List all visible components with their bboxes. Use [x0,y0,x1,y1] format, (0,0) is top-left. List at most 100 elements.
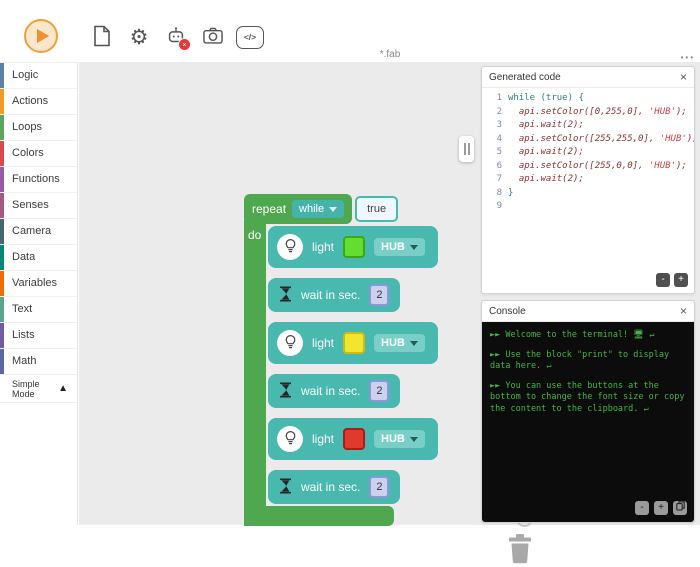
category-label: Functions [12,173,60,185]
sidebar-item-data[interactable]: Data [0,245,77,271]
close-icon[interactable]: × [680,71,687,83]
run-button[interactable] [24,19,58,53]
category-color-strip [0,349,4,374]
color-swatch[interactable] [343,332,366,354]
line-number: 2 [496,106,502,117]
repeat-while-block[interactable]: repeat while true [244,194,399,224]
sidebar-item-actions[interactable]: Actions [0,89,77,115]
repeat-block-footer[interactable] [244,506,394,526]
hourglass-icon [279,382,292,401]
sidebar-item-colors[interactable]: Colors [0,141,77,167]
wait-label: wait in sec. [301,288,361,302]
hub-dropdown[interactable]: HUB [374,430,425,448]
wait-label: wait in sec. [301,480,361,494]
terminal-font-increase-button[interactable]: + [654,501,668,515]
sidebar-item-camera[interactable]: Camera [0,219,77,245]
camera-button[interactable] [199,23,227,51]
light-block[interactable]: light HUB [268,418,438,460]
wait-block[interactable]: wait in sec. 2 [268,470,401,504]
gear-icon: ⚙ [129,25,149,49]
chevron-down-icon [409,436,418,442]
sidebar-item-text[interactable]: Text [0,297,77,323]
terminal-copy-button[interactable] [673,500,687,516]
category-color-strip [0,63,4,88]
hub-dropdown[interactable]: HUB [374,238,425,256]
repeat-label: repeat [252,202,287,216]
hourglass-icon [279,478,292,497]
chevron-down-icon [329,206,338,212]
color-swatch[interactable] [343,236,366,258]
panel-resize-handle[interactable] [459,136,474,162]
wait-label: wait in sec. [301,384,361,398]
category-label: Lists [12,329,35,341]
wait-value[interactable]: 2 [369,284,390,306]
repeat-mode-dropdown[interactable]: while [292,200,345,218]
category-color-strip [0,89,4,114]
wait-value[interactable]: 2 [369,476,390,498]
hub-dropdown-label: HUB [381,337,405,349]
simple-mode-label: Simple Mode [12,378,40,399]
line-number: 7 [496,174,502,184]
lightbulb-icon [283,238,298,257]
trash-button[interactable] [507,534,533,567]
wait-block[interactable]: wait in sec. 2 [268,374,401,408]
camera-icon [202,26,224,48]
sidebar-item-loops[interactable]: Loops [0,115,77,141]
repeat-block-spine[interactable] [244,220,266,526]
code-icon: </> [236,25,264,49]
repeat-mode-value: while [299,203,325,215]
code-line: 2 api.setColor([0,255,0], 'HUB'); [482,106,694,120]
view-code-button[interactable]: </> [236,23,264,51]
code-line: 6 api.setColor([255,0,0], 'HUB'); [482,160,694,174]
light-label: light [312,336,335,350]
hub-dropdown[interactable]: HUB [374,334,425,352]
code-line: 8} [482,187,694,201]
fable-blockly-app: { "header": { "filename": "*.fab" }, "to… [0,0,700,564]
terminal-font-decrease-button[interactable]: - [635,501,649,515]
wait-block[interactable]: wait in sec. 2 [268,278,401,312]
category-list: Logic Actions Loops Colors Functions Sen… [0,63,77,375]
category-color-strip [0,297,4,322]
line-number: 5 [496,147,502,157]
light-block[interactable]: light HUB [268,226,438,268]
sidebar-item-functions[interactable]: Functions [0,167,77,193]
color-swatch[interactable] [343,428,366,450]
font-decrease-button[interactable]: - [656,273,670,287]
sidebar-item-lists[interactable]: Lists [0,323,77,349]
new-file-button[interactable] [88,23,116,51]
category-label: Camera [12,225,52,237]
lightbulb-icon [283,334,298,353]
do-label: do [248,228,262,242]
copy-icon [675,500,685,516]
sidebar-item-math[interactable]: Math [0,349,77,375]
light-block[interactable]: light HUB [268,322,438,364]
simple-mode-toggle[interactable]: Simple Mode ▲ [0,375,77,403]
category-color-strip [0,193,4,218]
sidebar-item-variables[interactable]: Variables [0,271,77,297]
category-label: Colors [12,147,44,159]
document-title: *.fab [379,49,401,60]
settings-button[interactable]: ⚙ [125,23,153,51]
category-label: Senses [12,199,49,211]
condition-true-block[interactable]: true [355,196,399,222]
category-label: Loops [12,121,42,133]
sidebar-item-senses[interactable]: Senses [0,193,77,219]
terminal-controls: - + [635,500,687,516]
category-color-strip [0,115,4,140]
line-number: 1 [496,93,502,103]
category-color-strip [0,167,4,192]
close-icon[interactable]: × [680,305,687,317]
font-increase-button[interactable]: + [674,273,688,287]
code-font-controls: - + [656,273,688,287]
category-label: Actions [12,95,49,107]
toolbar-buttons: ⚙ × </> [88,23,264,51]
top-toolbar: ⚙ × </> *.fab [0,0,700,62]
overflow-menu-icon[interactable]: ••• [681,53,695,62]
light-label: light [312,240,335,254]
wait-value[interactable]: 2 [369,380,390,402]
line-number: 8 [496,187,502,198]
sidebar-item-logic[interactable]: Logic [0,63,77,89]
category-label: Math [12,355,37,367]
robot-connection-button[interactable]: × [162,23,191,51]
console-title: Console [489,305,526,317]
